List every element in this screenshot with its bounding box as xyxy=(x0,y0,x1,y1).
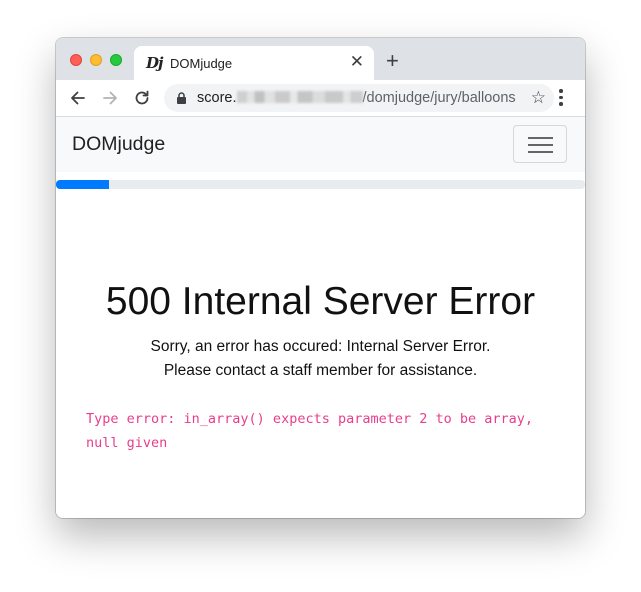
zoom-window-button[interactable] xyxy=(110,54,122,66)
error-title: 500 Internal Server Error xyxy=(105,280,536,323)
minimize-window-button[interactable] xyxy=(90,54,102,66)
navbar-brand[interactable]: DOMjudge xyxy=(72,133,165,156)
url-host: score. xyxy=(197,90,237,106)
domjudge-favicon-icon: Dj xyxy=(146,54,163,72)
address-bar[interactable]: score. /domjudge/jury/balloons ☆ xyxy=(164,84,554,112)
redacted-hostname xyxy=(236,91,363,103)
url-text[interactable]: score. /domjudge/jury/balloons xyxy=(197,90,516,106)
hamburger-icon xyxy=(528,137,553,139)
lock-icon[interactable] xyxy=(176,92,187,104)
browser-window: Dj DOMjudge ✕ + score. /domjudge/jury/bal… xyxy=(56,38,585,518)
error-detail: Type error: in_array() expects parameter… xyxy=(86,411,534,451)
progress-bar-fill xyxy=(56,180,109,189)
tab-domjudge[interactable]: Dj DOMjudge ✕ xyxy=(134,46,374,80)
arrow-left-icon[interactable] xyxy=(68,88,88,108)
tab-strip: Dj DOMjudge ✕ + xyxy=(56,38,585,80)
plus-icon[interactable]: + xyxy=(386,50,399,72)
star-icon[interactable]: ☆ xyxy=(531,89,546,106)
error-message-line-1: Sorry, an error has occured: Internal Se… xyxy=(150,338,491,355)
browser-toolbar: score. /domjudge/jury/balloons ☆ xyxy=(56,80,585,117)
navbar-toggle-button[interactable] xyxy=(513,125,567,163)
reload-icon[interactable] xyxy=(132,88,152,108)
tab-title: DOMjudge xyxy=(170,56,233,71)
arrow-right-icon[interactable] xyxy=(100,88,120,108)
error-message-line-2: Please contact a staff member for assist… xyxy=(163,362,478,379)
progress-bar xyxy=(56,180,585,189)
close-window-button[interactable] xyxy=(70,54,82,66)
close-icon[interactable]: ✕ xyxy=(350,53,364,70)
url-path: /domjudge/jury/balloons xyxy=(362,90,516,106)
page-content: DOMjudge 500 Internal Server Error Sorry… xyxy=(56,117,585,518)
kebab-menu-icon[interactable] xyxy=(559,89,563,107)
navbar: DOMjudge xyxy=(56,117,585,172)
